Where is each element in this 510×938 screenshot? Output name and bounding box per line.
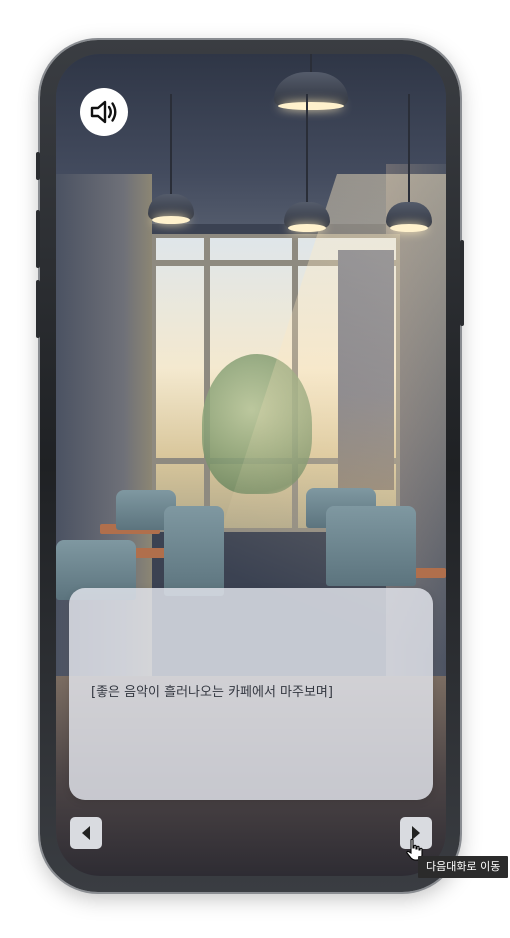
phone-screen: [좋은 음악이 흘러나오는 카페에서 마주보며] (56, 54, 446, 876)
pendant-lamp (148, 94, 194, 228)
speaker-icon (90, 100, 117, 124)
pendant-lamp (284, 94, 330, 234)
previous-dialog-button[interactable] (70, 817, 102, 849)
triangle-left-icon (82, 826, 90, 840)
phone-power-button (460, 240, 464, 326)
sound-toggle-button[interactable] (80, 88, 128, 136)
next-dialog-tooltip: 다음대화로 이동 (418, 856, 509, 878)
phone-side-button (36, 152, 40, 180)
dialog-text: [좋은 음악이 흘러나오는 카페에서 마주보며] (91, 685, 333, 700)
cafe-chair (164, 506, 224, 596)
dialog-box: [좋은 음악이 흘러나오는 카페에서 마주보며] (69, 588, 433, 800)
phone-frame: [좋은 음악이 흘러나오는 카페에서 마주보며] (36, 40, 464, 892)
pendant-lamp (386, 94, 432, 234)
phone-volume-down-button (36, 280, 40, 338)
phone-volume-up-button (36, 210, 40, 268)
page: [좋은 음악이 흘러나오는 카페에서 마주보며] 다음대화로 이동 (0, 0, 510, 938)
cafe-chair (326, 506, 416, 586)
